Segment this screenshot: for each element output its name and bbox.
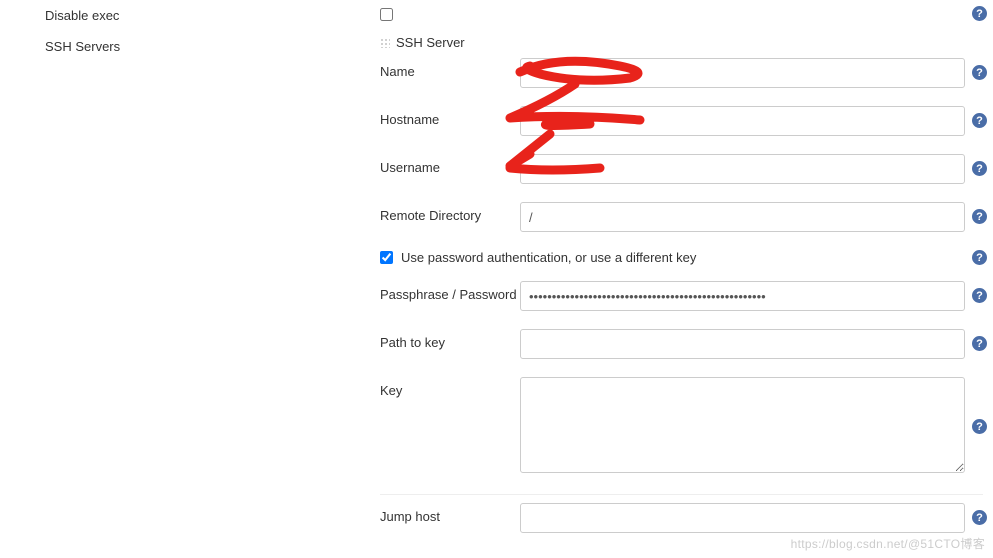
- key-textarea[interactable]: [520, 377, 965, 473]
- jump-host-input[interactable]: [520, 503, 965, 533]
- help-icon[interactable]: ?: [972, 419, 987, 434]
- help-icon[interactable]: ?: [972, 510, 987, 525]
- path-to-key-input[interactable]: [520, 329, 965, 359]
- ssh-server-header: SSH Server: [396, 35, 465, 50]
- right-column: ? SSH Server Name ? Hostname ? U: [380, 8, 993, 551]
- username-input[interactable]: [520, 154, 965, 184]
- hostname-label: Hostname: [380, 106, 520, 127]
- help-icon[interactable]: ?: [972, 113, 987, 128]
- help-icon[interactable]: ?: [972, 288, 987, 303]
- remote-directory-label: Remote Directory: [380, 202, 520, 223]
- username-label: Username: [380, 154, 520, 175]
- name-label: Name: [380, 58, 520, 79]
- help-icon[interactable]: ?: [972, 161, 987, 176]
- disable-exec-checkbox[interactable]: [380, 8, 393, 21]
- path-to-key-label: Path to key: [380, 329, 520, 350]
- left-column: Disable exec SSH Servers: [0, 8, 380, 551]
- use-password-auth-checkbox[interactable]: [380, 251, 393, 264]
- help-icon[interactable]: ?: [972, 336, 987, 351]
- drag-handle-icon[interactable]: [380, 38, 390, 48]
- disable-exec-label: Disable exec: [45, 8, 380, 23]
- divider: [380, 494, 983, 495]
- ssh-servers-label: SSH Servers: [45, 39, 380, 54]
- passphrase-label: Passphrase / Password: [380, 281, 520, 302]
- use-password-auth-label: Use password authentication, or use a di…: [401, 250, 696, 265]
- help-icon[interactable]: ?: [972, 209, 987, 224]
- hostname-input[interactable]: [520, 106, 965, 136]
- help-icon[interactable]: ?: [972, 250, 987, 265]
- passphrase-input[interactable]: [520, 281, 965, 311]
- key-label: Key: [380, 377, 520, 398]
- name-input[interactable]: [520, 58, 965, 88]
- help-icon[interactable]: ?: [972, 65, 987, 80]
- remote-directory-input[interactable]: [520, 202, 965, 232]
- jump-host-label: Jump host: [380, 503, 520, 524]
